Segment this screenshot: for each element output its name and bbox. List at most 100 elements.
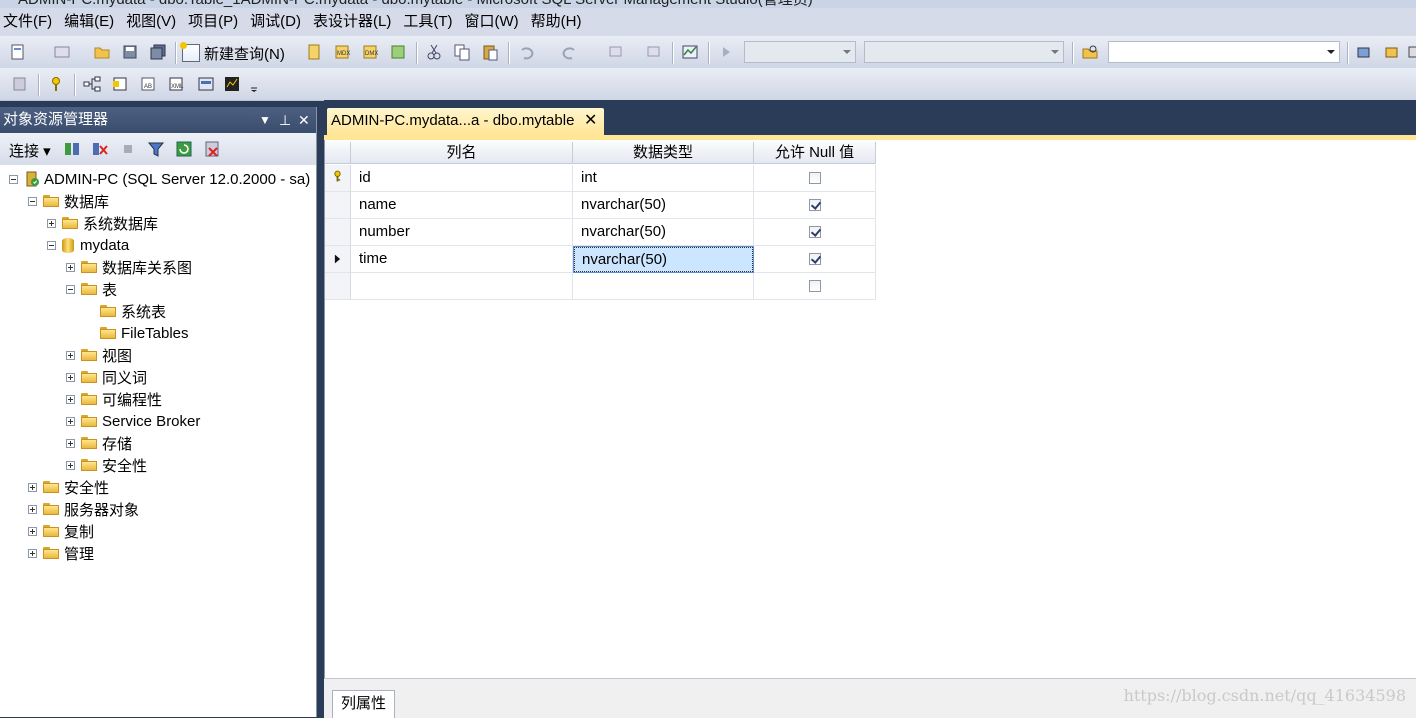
tree-node[interactable]: 系统数据库 (47, 212, 158, 234)
redo-icon[interactable] (560, 42, 580, 62)
refresh-icon[interactable] (174, 139, 194, 159)
menu-item-1[interactable]: 编辑(E) (61, 8, 123, 36)
table-row[interactable]: id int (325, 165, 876, 192)
close-icon[interactable]: ✕ (298, 107, 310, 133)
expand-icon[interactable] (66, 394, 75, 404)
disconnect-icon[interactable] (90, 139, 110, 159)
fulltext-index-icon[interactable]: AB (138, 74, 158, 94)
allow-null-checkbox[interactable] (808, 280, 821, 292)
expand-icon[interactable] (66, 372, 75, 382)
stop-icon[interactable] (118, 139, 138, 159)
tree-node[interactable]: 服务器对象 (28, 498, 139, 520)
column-name-cell[interactable]: id (351, 165, 573, 192)
tree-node[interactable]: FileTables (85, 322, 189, 344)
row-selector[interactable] (325, 246, 351, 273)
tree-node[interactable]: ADMIN-PC (SQL Server 12.0.2000 - sa) (9, 168, 310, 190)
menu-item-4[interactable]: 调试(D) (247, 8, 310, 36)
xmla-query-icon[interactable] (388, 42, 408, 62)
expand-icon[interactable] (28, 482, 37, 492)
paste-icon[interactable] (480, 42, 500, 62)
activity-monitor-icon[interactable] (680, 42, 700, 62)
expand-icon[interactable] (28, 504, 37, 514)
allow-null-checkbox[interactable] (808, 253, 821, 265)
menu-item-8[interactable]: 帮助(H) (528, 8, 591, 36)
xml-index-icon[interactable]: XML (166, 74, 186, 94)
expand-icon[interactable] (66, 460, 75, 470)
tab-column-properties[interactable]: 列属性 (332, 690, 396, 718)
template-explorer-icon[interactable] (1406, 42, 1416, 62)
pin-icon[interactable]: ⊥ (279, 107, 291, 133)
database-combo[interactable] (744, 41, 856, 63)
close-icon[interactable]: ✕ (584, 108, 597, 134)
data-type-cell[interactable]: nvarchar(50) (573, 219, 754, 246)
collapse-icon[interactable] (9, 174, 18, 184)
new-query-button[interactable]: 新建查询(N) (180, 42, 285, 64)
tree-node[interactable]: mydata (47, 234, 129, 256)
tree-node[interactable]: 同义词 (66, 366, 147, 388)
expand-icon[interactable] (66, 262, 75, 272)
column-name-cell[interactable]: name (351, 192, 573, 219)
navigate-back-icon[interactable] (606, 42, 626, 62)
table-row[interactable]: time nvarchar(50) (325, 246, 876, 273)
primary-key-icon[interactable] (46, 74, 66, 94)
check-constraints-icon[interactable] (196, 74, 216, 94)
find-in-files-icon[interactable] (1080, 42, 1100, 62)
menu-item-7[interactable]: 窗口(W) (461, 8, 527, 36)
tab-mytable-designer[interactable]: ADMIN-PC.mydata...a - dbo.mytable ✕ (327, 108, 605, 135)
menu-item-0[interactable]: 文件(F) (0, 8, 61, 36)
toolbar-overflow-icon[interactable] (248, 74, 260, 94)
tree-node[interactable]: 复制 (28, 520, 94, 542)
new-project-icon[interactable] (8, 42, 28, 62)
row-selector[interactable] (325, 192, 351, 219)
expand-icon[interactable] (66, 416, 75, 426)
row-selector[interactable] (325, 219, 351, 246)
menu-item-5[interactable]: 表设计器(L) (310, 8, 400, 36)
tree-node[interactable]: Service Broker (66, 410, 200, 432)
menu-item-6[interactable]: 工具(T) (400, 8, 461, 36)
object-explorer-icon[interactable] (1382, 42, 1402, 62)
tree-node[interactable]: 管理 (28, 542, 94, 564)
tree-node[interactable]: 可编程性 (66, 388, 162, 410)
filter-icon[interactable] (146, 139, 166, 159)
data-type-cell[interactable]: nvarchar(50) (573, 246, 754, 273)
allow-null-checkbox[interactable] (808, 172, 821, 184)
analysis-query-icon[interactable]: MDX (332, 42, 352, 62)
solution-config-combo[interactable] (864, 41, 1064, 63)
tree-node[interactable]: 存储 (66, 432, 132, 454)
tree-node[interactable]: 数据库 (28, 190, 109, 212)
spatial-index-icon[interactable] (222, 74, 242, 94)
open-file-icon[interactable] (92, 42, 112, 62)
data-type-cell[interactable]: nvarchar(50) (573, 192, 754, 219)
expand-icon[interactable] (47, 218, 56, 228)
row-selector[interactable] (325, 165, 351, 192)
connect-button[interactable]: 连接 ▾ (9, 140, 51, 161)
expand-icon[interactable] (66, 438, 75, 448)
connect-object-icon[interactable] (62, 139, 82, 159)
manage-indexes-icon[interactable] (110, 74, 130, 94)
execute-icon[interactable] (716, 42, 736, 62)
cut-icon[interactable] (424, 42, 444, 62)
tree-node[interactable]: 系统表 (85, 300, 166, 322)
stop-filter-icon[interactable] (202, 139, 222, 159)
panel-menu-icon[interactable]: ▼ (259, 107, 271, 133)
dmx-query-icon[interactable]: DMX (360, 42, 380, 62)
database-engine-query-icon[interactable] (304, 42, 324, 62)
undo-icon[interactable] (516, 42, 536, 62)
row-selector[interactable] (325, 273, 351, 300)
tree-node[interactable]: 表 (66, 278, 117, 300)
tree-node[interactable]: 安全性 (28, 476, 109, 498)
menu-item-2[interactable]: 视图(V) (123, 8, 185, 36)
tree-node[interactable]: 数据库关系图 (66, 256, 192, 278)
copy-icon[interactable] (452, 42, 472, 62)
allow-null-checkbox[interactable] (808, 199, 821, 211)
generate-script-icon[interactable] (10, 74, 30, 94)
column-name-cell[interactable]: time (351, 246, 573, 273)
collapse-icon[interactable] (28, 196, 37, 206)
data-type-cell[interactable] (573, 273, 754, 300)
find-combo[interactable] (1108, 41, 1340, 63)
expand-icon[interactable] (28, 526, 37, 536)
save-icon[interactable] (120, 42, 140, 62)
add-item-icon[interactable] (52, 42, 72, 62)
collapse-icon[interactable] (47, 240, 56, 250)
table-row[interactable]: name nvarchar(50) (325, 192, 876, 219)
